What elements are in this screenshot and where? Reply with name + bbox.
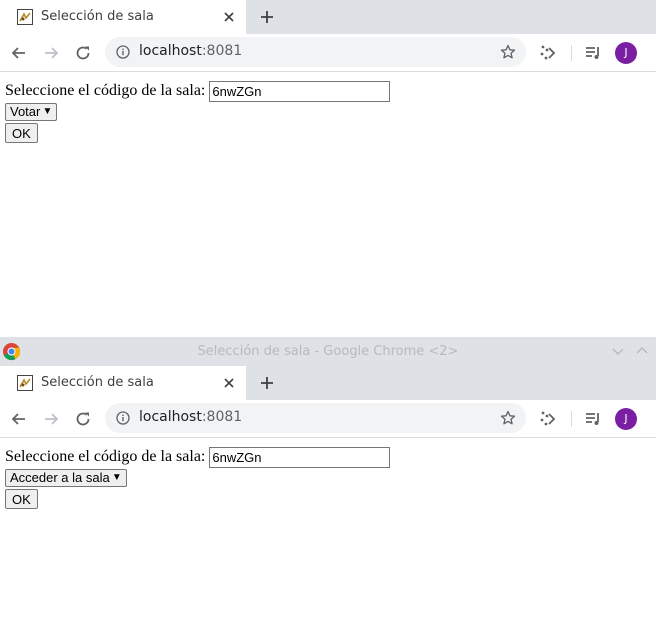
url-text: localhost:8081 <box>139 409 242 425</box>
favicon-icon <box>17 9 33 25</box>
url-host: localhost <box>139 43 202 59</box>
avatar[interactable]: J <box>615 408 637 430</box>
avatar[interactable]: J <box>615 42 637 64</box>
tab-active[interactable]: Selección de sala <box>0 0 246 34</box>
code-label: Seleccione el código de la sala: <box>5 448 206 465</box>
media-queue-icon[interactable] <box>583 409 603 429</box>
page-content: Seleccione el código de la sala: Votar ▼… <box>0 72 656 151</box>
room-code-input[interactable] <box>209 446 391 468</box>
tab-active[interactable]: Selección de sala <box>0 366 246 400</box>
browser-toolbar: localhost:8081 J <box>0 400 656 438</box>
toolbar-separator <box>571 45 572 61</box>
cast-icon[interactable] <box>538 409 558 429</box>
dropdown-arrow-icon: ▼ <box>111 472 122 483</box>
page-content: Seleccione el código de la sala: Acceder… <box>0 438 656 517</box>
toolbar-separator <box>571 411 572 427</box>
close-icon[interactable] <box>220 374 238 392</box>
url-host: localhost <box>139 409 202 425</box>
back-arrow-icon[interactable] <box>9 409 29 429</box>
action-select[interactable]: Votar ▼ <box>5 103 58 121</box>
cast-icon[interactable] <box>538 43 558 63</box>
tab-strip: Selección de sala <box>0 366 656 400</box>
dropdown-arrow-icon: ▼ <box>42 106 53 117</box>
plus-icon[interactable] <box>257 373 277 393</box>
bookmark-star-icon[interactable] <box>500 44 516 60</box>
browser-window-2: Selección de sala - Google Chrome <2> Se… <box>0 337 656 623</box>
info-icon[interactable] <box>116 411 130 425</box>
info-icon[interactable] <box>116 45 130 59</box>
maximize-chevron-icon[interactable] <box>634 343 650 359</box>
browser-window-1: Selección de sala localhost:8081 J Selec… <box>0 0 656 337</box>
reload-icon[interactable] <box>73 43 93 63</box>
tab-title: Selección de sala <box>41 375 154 390</box>
window-title: Selección de sala - Google Chrome <2> <box>197 344 459 359</box>
forward-arrow-icon[interactable] <box>41 409 61 429</box>
forward-arrow-icon[interactable] <box>41 43 61 63</box>
action-select-value: Acceder a la sala <box>10 470 110 485</box>
room-code-input[interactable] <box>209 80 391 102</box>
media-queue-icon[interactable] <box>583 43 603 63</box>
browser-toolbar: localhost:8081 J <box>0 34 656 72</box>
url-text: localhost:8081 <box>139 43 242 59</box>
bookmark-star-icon[interactable] <box>500 410 516 426</box>
action-select[interactable]: Acceder a la sala ▼ <box>5 469 127 487</box>
code-form-row: Seleccione el código de la sala: <box>5 446 651 468</box>
favicon-icon <box>17 375 33 391</box>
tab-strip: Selección de sala <box>0 0 656 34</box>
url-port: :8081 <box>201 409 243 425</box>
address-bar[interactable]: localhost:8081 <box>105 403 526 433</box>
action-select-value: Votar <box>10 104 41 119</box>
address-bar[interactable]: localhost:8081 <box>105 37 526 67</box>
ok-button[interactable]: OK <box>5 123 38 143</box>
code-label: Seleccione el código de la sala: <box>5 82 206 99</box>
window-titlebar: Selección de sala - Google Chrome <2> <box>0 337 656 366</box>
tab-title: Selección de sala <box>41 9 154 24</box>
back-arrow-icon[interactable] <box>9 43 29 63</box>
ok-button[interactable]: OK <box>5 489 38 509</box>
plus-icon[interactable] <box>257 7 277 27</box>
reload-icon[interactable] <box>73 409 93 429</box>
url-port: :8081 <box>201 43 243 59</box>
code-form-row: Seleccione el código de la sala: <box>5 80 651 102</box>
minimize-chevron-icon[interactable] <box>610 343 626 359</box>
close-icon[interactable] <box>220 8 238 26</box>
